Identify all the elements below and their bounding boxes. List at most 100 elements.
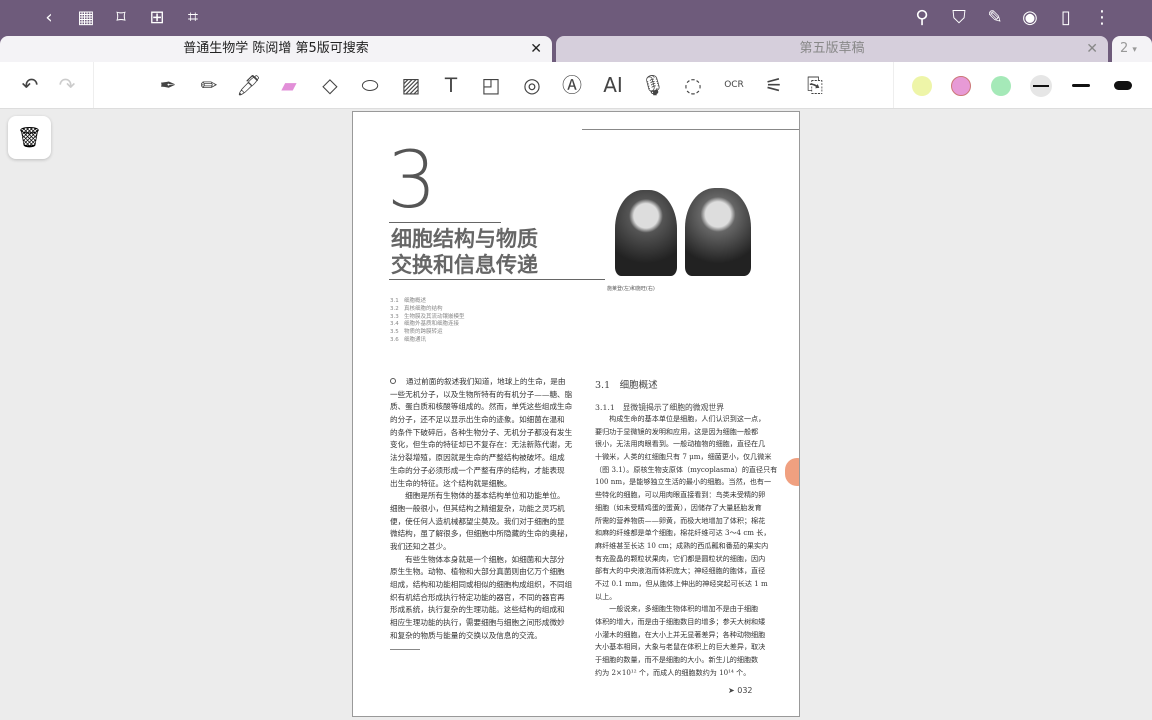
tab-bar: 普通生物学 陈阅增 第5版可搜索 ✕ 第五版草稿 ✕ 2 ▾ bbox=[0, 36, 1152, 62]
toc-item[interactable]: 3.5 物质的跨膜转运 bbox=[390, 329, 465, 337]
redo-icon[interactable]: ↷ bbox=[52, 62, 82, 109]
grid-icon[interactable]: ▦ bbox=[73, 0, 99, 36]
tab-document[interactable]: 普通生物学 陈阅增 第5版可搜索 ✕ bbox=[0, 36, 552, 62]
pen-holder-button[interactable]: 🗑 bbox=[8, 116, 51, 159]
toc-item[interactable]: 3.2 真核细胞的结构 bbox=[390, 306, 465, 314]
text-line: 通过前面的叙述我们知道，地球上的生命，是由 bbox=[406, 377, 566, 386]
page-number: ➤ 032 bbox=[728, 686, 753, 695]
text-line: 约为 2×10¹² 个，而成人的细胞数约为 10¹⁴ 个。 bbox=[595, 667, 751, 677]
text-line: 有些生物体本身就是一个细胞，如细菌和大部分 bbox=[390, 554, 565, 564]
tab-count: 2 bbox=[1120, 41, 1129, 56]
lasso-icon[interactable]: ⬭ bbox=[355, 62, 385, 109]
close-icon[interactable]: ✕ bbox=[1086, 36, 1098, 62]
pen-icon[interactable]: 🖊 bbox=[234, 62, 264, 109]
translate-icon[interactable]: ⎘ bbox=[800, 62, 830, 109]
text-line: 细胞一般很小，但其结构之精细复杂，功能之灵巧机 bbox=[390, 503, 565, 513]
toc-item[interactable]: 3.6 细胞通讯 bbox=[390, 337, 465, 345]
text-line: 小灌木的细胞，在大小上并无显著差异；各种动物细胞 bbox=[595, 629, 766, 639]
arrow-icon: ➤ bbox=[728, 686, 738, 695]
chapter-title: 细胞结构与物质 交换和信息传递 bbox=[391, 226, 538, 277]
add-page-icon[interactable]: ⊞ bbox=[144, 0, 170, 36]
tab-label: 第五版草稿 bbox=[799, 41, 865, 56]
toc-item[interactable]: 3.1 细胞概述 bbox=[390, 298, 465, 306]
highlighter-icon[interactable]: ▰ bbox=[274, 62, 304, 109]
stroke-thick[interactable] bbox=[1114, 81, 1132, 90]
pen-sign-icon[interactable]: ✎ bbox=[982, 0, 1008, 36]
tape-icon[interactable]: ◎ bbox=[517, 62, 547, 109]
sticker-icon[interactable]: ◌ bbox=[678, 62, 708, 109]
text-line: 变化，但生命的特征却已不复存在：无法新陈代谢，无 bbox=[390, 440, 573, 450]
text-line: 有充盈晶的颗粒状果肉，它们都是圆粒状的细胞，因内 bbox=[595, 553, 766, 563]
laser-pointer-icon[interactable]: ⚟ bbox=[759, 62, 789, 109]
close-icon[interactable]: ✕ bbox=[530, 36, 542, 62]
chapter-toc: 3.1 细胞概述 3.2 真核细胞的结构 3.3 生物膜及其流动镶嵌模型 3.4 细胞外… bbox=[390, 298, 465, 345]
text-recognize-icon[interactable]: Ⓐ bbox=[557, 62, 587, 109]
pencil-icon[interactable]: ✏ bbox=[194, 62, 224, 109]
text-line: 原生生物。动物、植物和大部分真菌则由亿万个细胞 bbox=[390, 567, 565, 577]
more-icon[interactable]: ⋮ bbox=[1089, 0, 1115, 36]
undo-icon[interactable]: ↶ bbox=[15, 62, 45, 109]
text-line: 于细胞的数量，而不是细胞的大小。新生儿的细胞数 bbox=[595, 655, 759, 665]
text-box-icon[interactable]: Ｔ bbox=[436, 62, 466, 109]
subsection-heading: 3.1.1 显微镜揭示了细胞的微观世界 bbox=[595, 403, 724, 412]
portrait-caption: 施莱登(左)和施旺(右) bbox=[607, 286, 655, 292]
text-line: 质、蛋白质和核酸等组成的。然而，单凭这些组成生命 bbox=[390, 402, 573, 412]
search-icon[interactable]: ⚲ bbox=[909, 0, 935, 36]
stroke-medium[interactable] bbox=[1072, 84, 1090, 87]
right-column-text: 构成生命的基本单位是细胞，人们认识到这一点， 要归功于显微镜的发明和应用，这是因为… bbox=[595, 414, 777, 680]
text-line: 一些无机分子，以及生物所特有的有机分子——糖、脂 bbox=[390, 389, 573, 399]
text-line: 一般说来，多细胞生物体积的增加不是由于细胞 bbox=[595, 604, 759, 614]
text-line: 100 nm，是能够独立生活的最小的细胞。当然，也有一 bbox=[595, 477, 772, 487]
eye-icon[interactable]: ◉ bbox=[1017, 0, 1043, 36]
top-bar: ‹ ▦ ⌑ ⊞ ⌗ ⚲ ⛉ ✎ ◉ ▯ ⋮ bbox=[0, 0, 1152, 36]
bookmark-icon[interactable]: ⌑ bbox=[108, 0, 134, 36]
text-line: 很小，无法用肉眼看到。一般动植物的细胞，直径在几 bbox=[595, 439, 766, 449]
toolbar: ↶ ↷ ✒ ✏ 🖊 ▰ ◇ ⬭ ▨ Ｔ ◰ ◎ Ⓐ AI 🎙 ◌ OCR ⚟ ⎘ bbox=[0, 62, 1152, 109]
text-line: 些特化的细胞，可以用肉眼直接看到：鸟类未受精的卵 bbox=[595, 490, 766, 500]
left-column-text: 通过前面的叙述我们知道，地球上的生命，是由一些无机分子，以及生物所特有的有机分子… bbox=[390, 376, 572, 642]
back-icon[interactable]: ‹ bbox=[36, 0, 62, 36]
text-line: 体积的增大，而是由于细胞数目的增多；参天大树和矮 bbox=[595, 617, 766, 626]
text-line: 不过 0.1 mm，但从胞体上伸出的神经突起可长达 1 m bbox=[595, 578, 768, 588]
stroke-thin[interactable] bbox=[1030, 75, 1052, 97]
text-line: （图 3.1）。原核生物支原体（mycoplasma）的直径只有 bbox=[595, 464, 778, 474]
text-line: 我们还知之甚少。 bbox=[390, 541, 451, 551]
color-yellow-swatch[interactable] bbox=[912, 76, 932, 96]
text-line: 细胞是所有生物体的基本结构单位和功能单位。 bbox=[390, 491, 565, 501]
text-line: 所需的营养物质——卵黄，而极大地增加了体积；棉花 bbox=[595, 515, 766, 525]
color-green-swatch[interactable] bbox=[991, 76, 1011, 96]
color-pink-swatch-selected[interactable] bbox=[951, 76, 971, 96]
layout-icon[interactable]: ▯ bbox=[1053, 0, 1079, 36]
text-line: 十微米，人类的红细胞只有 7 μm，细菌更小，仅几微米 bbox=[595, 452, 772, 462]
ocr-icon[interactable]: OCR bbox=[719, 62, 749, 109]
text-line: 要归功于显微镜的发明和应用，这是因为细胞一般都 bbox=[595, 426, 759, 436]
portrait-image bbox=[609, 184, 757, 278]
eraser-icon[interactable]: ◇ bbox=[315, 62, 345, 109]
tab-count-dropdown[interactable]: 2 ▾ bbox=[1112, 36, 1152, 62]
text-line: 细胞（如未受精鸡蛋的蛋黄），因储存了大量胚胎发育 bbox=[595, 502, 762, 512]
chapter-number: 3 bbox=[387, 136, 437, 226]
text-line: 微结构，虽了解很多，但细胞中所隐藏的生命的奥秘， bbox=[390, 529, 573, 539]
fountain-pen-icon[interactable]: ✒ bbox=[153, 62, 183, 109]
text-line: 和复杂的物质与能量的交换以及信息的交流。 bbox=[390, 630, 542, 640]
text-line: 以上。 bbox=[595, 591, 617, 601]
shapes-icon[interactable]: ◰ bbox=[476, 62, 506, 109]
tab-draft[interactable]: 第五版草稿 ✕ bbox=[556, 36, 1108, 62]
text-line: 法分裂增殖，原因就是生命的严整结构被破坏。组成 bbox=[390, 453, 565, 463]
text-line: 麻纤维甚至长达 10 cm；成熟的西瓜瓤和番茄的果实内 bbox=[595, 540, 769, 550]
image-icon[interactable]: ▨ bbox=[396, 62, 426, 109]
crop-icon[interactable]: ⌗ bbox=[180, 0, 206, 36]
text-line: 出生命的特征。这个结构就是细胞。 bbox=[390, 478, 512, 488]
chevron-down-icon: ▾ bbox=[1132, 45, 1137, 55]
microphone-icon[interactable]: 🎙 bbox=[638, 62, 668, 109]
section-heading: 3.1 细胞概述 bbox=[595, 380, 658, 391]
text-line: 和麻的纤维都是单个细胞，棉花纤维可达 3～4 cm 长， bbox=[595, 528, 771, 538]
shirt-icon[interactable]: ⛉ bbox=[946, 0, 972, 36]
text-line: 构成生命的基本单位是细胞，人们认识到这一点， bbox=[595, 414, 766, 423]
scroll-handle[interactable] bbox=[785, 458, 799, 486]
text-line: 的分子，还不足以显示出生命的迹象。如细菌在温和 bbox=[390, 415, 565, 425]
ai-icon[interactable]: AI bbox=[598, 62, 628, 109]
document-page[interactable]: 3 细胞结构与物质 交换和信息传递 施莱登(左)和施旺(右) 3.1 细胞概述 3… bbox=[352, 111, 800, 717]
text-line: 的条件下破碎后，各种生物分子、无机分子都没有发生 bbox=[390, 427, 573, 437]
tab-label: 普通生物学 陈阅增 第5版可搜索 bbox=[183, 41, 369, 56]
